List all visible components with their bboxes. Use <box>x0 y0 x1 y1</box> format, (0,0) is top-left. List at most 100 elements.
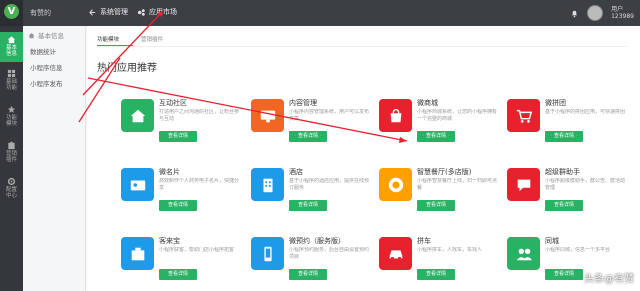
app-card: 客来宝小程序获客，帮助门店小程序拓客查看详情 <box>119 232 243 291</box>
app-card: 微拼团基于小程序的拼团应用，可快速拼团查看详情 <box>505 94 629 166</box>
app-icon-box <box>251 99 284 132</box>
star-icon <box>7 105 16 113</box>
view-details-button[interactable]: 查看详情 <box>545 131 583 142</box>
app-card-title: 微名片 <box>159 168 180 176</box>
left-rail: 基本 信息 基础 功能 功能 模块 营销 插件 配置 中心 <box>0 26 23 291</box>
app-card-title: 智慧餐厅(多店版) <box>417 168 472 176</box>
section-title-text: 热门应用推荐 <box>97 63 157 74</box>
view-details-button[interactable]: 查看详情 <box>417 200 455 211</box>
app-card: 互动社区打造用户之间沟通的社区，让粉丝参与互动 查看详情 <box>119 94 243 166</box>
app-card-title: 内容管理 <box>289 99 317 107</box>
app-card: 超级群助手小程序超级群助手，群公告、群活动管理 查看详情 <box>505 163 629 235</box>
view-details-button[interactable]: 查看详情 <box>417 269 455 280</box>
active-tab-indicator <box>97 45 133 46</box>
tab-marketing-plugins[interactable]: 营销插件 <box>141 35 163 43</box>
app-icon-box <box>121 237 154 270</box>
view-details-button[interactable]: 查看详情 <box>159 131 197 142</box>
app-card: 智慧餐厅(多店版) 小程序智慧餐厅上线，扫一扫即可点餐 查看详情 <box>377 163 501 235</box>
app-card: 微商城 小程序商城系统，让您的小程序拥有一个完整的商城 查看详情 <box>377 94 501 166</box>
app-card-desc: 小程序拼车，人找车，车找人 <box>417 247 483 253</box>
app-card-desc: 小程序超级群助手，群公告、群活动管理 <box>545 178 625 191</box>
car-icon <box>389 249 402 260</box>
home-icon <box>7 36 16 44</box>
phone-icon <box>263 246 272 261</box>
view-details-button[interactable]: 查看详情 <box>289 131 327 142</box>
app-card-title: 微拼团 <box>545 99 566 107</box>
home-icon <box>130 109 145 122</box>
app-card-title: 互动社区 <box>159 99 187 107</box>
app-icon-box <box>507 237 540 270</box>
view-details-button[interactable]: 查看详情 <box>545 269 583 280</box>
app-card-desc: 小程序获客，帮助门店小程序拓客 <box>159 247 235 253</box>
cart-icon <box>516 109 532 123</box>
tab-function-modules[interactable]: 功能模块 <box>97 35 119 43</box>
monitor-icon <box>260 110 275 122</box>
rail-item-marketing-plugins[interactable]: 营销 插件 <box>0 138 23 168</box>
sub-item-mini-program-info[interactable]: 小程序信息 <box>30 62 63 72</box>
rail-label: 营销 插件 <box>5 151 17 163</box>
avatar[interactable] <box>587 5 604 21</box>
system-manage-label: 系统管理 <box>100 8 128 16</box>
sub-heading-label: 基本信息 <box>38 32 64 40</box>
top-bar: V 有赞的 系统管理 应用市场 用户 123989 <box>0 0 640 26</box>
rail-item-basic-functions[interactable]: 基础 功能 <box>0 66 23 96</box>
view-details-button[interactable]: 查看详情 <box>159 269 197 280</box>
app-card-title: 微预约（服务版） <box>289 237 345 245</box>
app-card: 拼车小程序拼车，人找车，车找人查看详情 <box>377 232 501 291</box>
main-content: 功能模块 营销插件 热门应用推荐 互动社区打造用户之间沟通的社区，让粉丝参与互动… <box>87 26 640 291</box>
rail-label: 基础 功能 <box>5 79 17 91</box>
app-card: 内容管理 小程序内容管理系统，用户可以发布文章 查看详情 <box>249 94 373 166</box>
rail-item-basic-info[interactable]: 基本 信息 <box>0 32 23 62</box>
user-info[interactable]: 用户 123989 <box>611 6 634 20</box>
rail-item-function-modules[interactable]: 功能 模块 <box>0 102 23 132</box>
app-card-desc: 小程序同城，信息一个多平台 <box>545 247 611 253</box>
app-card-desc: 小程序商城系统，让您的小程序拥有一个完整的商城 <box>417 109 497 122</box>
rail-label: 功能 模块 <box>5 115 17 127</box>
tab-divider <box>97 46 627 47</box>
view-details-button[interactable]: 查看详情 <box>289 200 327 211</box>
app-card-desc: 小程序智慧餐厅上线，扫一扫即可点餐 <box>417 178 497 191</box>
app-card-title: 同城 <box>545 237 559 245</box>
arrow-icon <box>89 8 96 16</box>
app-market-label: 应用市场 <box>149 8 177 16</box>
bell-icon[interactable] <box>570 9 579 18</box>
app-card-desc: 小程序预约服务，后台自由设置预约项目 <box>289 247 369 260</box>
view-details-button[interactable]: 查看详情 <box>545 200 583 211</box>
app-card: 微预约（服务版） 小程序预约服务，后台自由设置预约项目 查看详情 <box>249 232 373 291</box>
tab-bar: 功能模块 营销插件 <box>97 35 163 43</box>
app-card-desc: 基于小程序的拼团应用，可快速拼团 <box>545 109 625 115</box>
app-icon-box <box>251 168 284 201</box>
app-icon-box <box>507 99 540 132</box>
chat-icon <box>517 179 530 191</box>
app-card: 微名片 高效制作个人商务电子名片，快捷分享 查看详情 <box>119 163 243 235</box>
app-icon-box <box>251 237 284 270</box>
grid-icon <box>7 69 16 78</box>
app-market-menu[interactable]: 应用市场 <box>137 7 177 17</box>
puzzle-icon <box>8 141 15 150</box>
app-card-title: 超级群助手 <box>545 168 580 176</box>
rail-item-config-center[interactable]: 配置 中心 <box>0 174 23 204</box>
app-icon-box <box>121 99 154 132</box>
home-icon <box>28 32 35 38</box>
sub-sidebar-heading: 基本信息 <box>28 30 64 40</box>
app-card-title: 拼车 <box>417 237 431 245</box>
sub-item-data-stats[interactable]: 数据统计 <box>30 46 56 56</box>
view-details-button[interactable]: 查看详情 <box>289 269 327 280</box>
view-details-button[interactable]: 查看详情 <box>417 131 455 142</box>
app-icon-box <box>379 99 412 132</box>
logo[interactable]: V <box>0 0 23 26</box>
top-right-area: 用户 123989 <box>570 3 634 23</box>
logo-mark: V <box>4 4 19 19</box>
view-details-button[interactable]: 查看详情 <box>159 200 197 211</box>
watermark: 头条@有赞 <box>584 274 634 285</box>
coffee-icon <box>388 177 403 192</box>
app-icon <box>137 8 145 16</box>
app-card-title: 客来宝 <box>159 237 180 245</box>
app-card: 酒店 基于小程序的酒店应用，提供在线预订服务 查看详情 <box>249 163 373 235</box>
sub-item-mini-program-publish[interactable]: 小程序发布 <box>30 78 63 88</box>
rail-label: 配置 中心 <box>5 187 17 199</box>
sub-sidebar: 基本信息 数据统计 小程序信息 小程序发布 <box>23 26 86 291</box>
app-card-desc: 打造用户之间沟通的社区，让粉丝参与互动 <box>159 109 239 122</box>
app-icon-box <box>379 237 412 270</box>
system-manage-menu[interactable]: 系统管理 <box>88 7 128 17</box>
